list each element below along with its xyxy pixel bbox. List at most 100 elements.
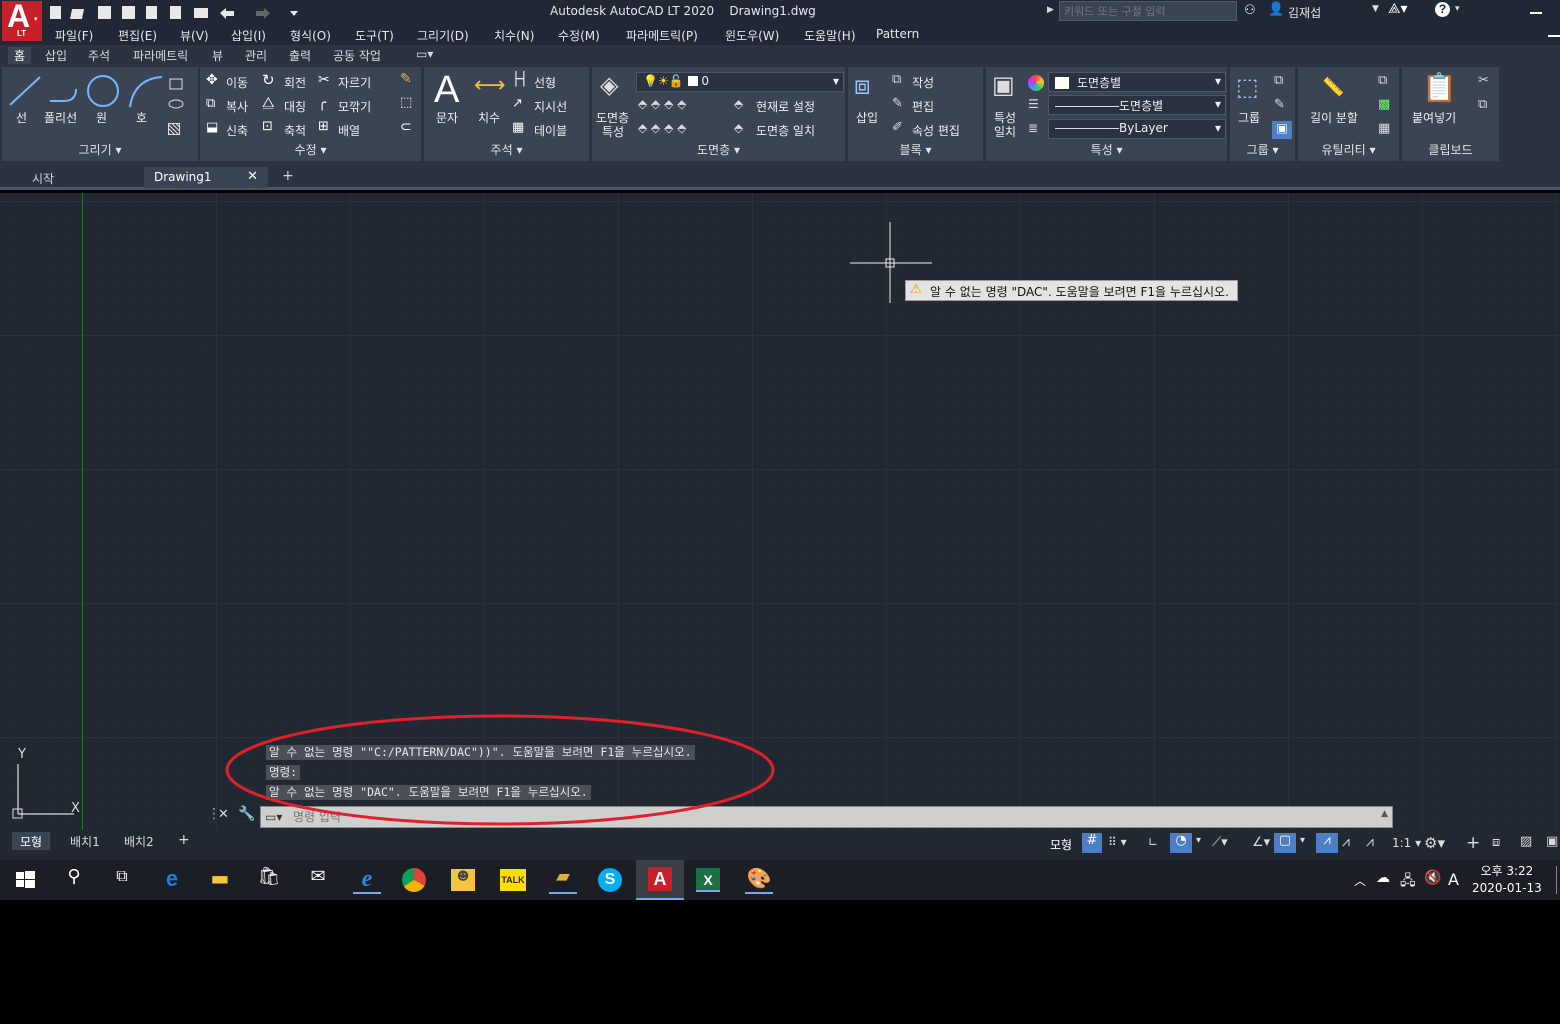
quick-select-icon[interactable]: ⧉ — [1378, 73, 1387, 88]
tool-paste[interactable]: 붙여넣기 — [1412, 109, 1456, 126]
folder-app-icon[interactable]: ▰ — [549, 866, 577, 894]
ungroup-icon[interactable]: ⧉ — [1274, 73, 1283, 88]
speaker-muted-icon[interactable]: 🔇 — [1424, 870, 1441, 886]
panel-title-layers[interactable]: 도면층 ▾ — [592, 141, 845, 158]
ribbon-options-icon[interactable]: ▭▾ — [416, 47, 433, 61]
search-icon[interactable]: ⚲ — [60, 866, 88, 894]
tool-match-properties-2[interactable]: 일치 — [994, 123, 1016, 140]
erase-icon[interactable]: ✎ — [400, 71, 412, 87]
tool-move[interactable]: 이동 — [226, 74, 248, 91]
skype-icon[interactable]: S — [598, 868, 622, 892]
minimize-icon[interactable] — [1530, 12, 1542, 14]
menu-insert[interactable]: 삽입(I) — [231, 27, 266, 44]
layout-tab-layout2[interactable]: 배치2 — [116, 832, 162, 850]
internet-explorer-icon[interactable]: e — [353, 866, 381, 894]
close-icon[interactable]: ✕ — [247, 169, 258, 184]
model-space-button[interactable]: 모형 — [1050, 836, 1072, 853]
explode-icon[interactable]: ⬚ — [400, 95, 412, 110]
scale-dropdown[interactable]: 1:1 ▾ — [1392, 836, 1421, 850]
tool-arc[interactable]: 호 — [136, 109, 147, 126]
chevron-down-icon[interactable]: ▾ — [1300, 835, 1305, 846]
file-explorer-icon[interactable]: ▬ — [206, 866, 234, 894]
tool-match-layer[interactable]: 도면층 일치 — [756, 122, 815, 139]
menu-tools[interactable]: 도구(T) — [355, 27, 394, 44]
cut-icon[interactable]: ✂ — [1478, 73, 1489, 88]
group-edit-icon[interactable]: ✎ — [1274, 97, 1285, 112]
group-select-icon[interactable]: ▣ — [1272, 121, 1292, 139]
new-tab-icon[interactable]: + — [272, 167, 304, 188]
gear-icon[interactable]: ⚙▾ — [1424, 834, 1445, 852]
menu-dimension[interactable]: 치수(N) — [494, 27, 534, 44]
ortho-icon[interactable]: ∟ — [1148, 835, 1158, 849]
menu-help[interactable]: 도움말(H) — [804, 27, 856, 44]
copy-clip-icon[interactable]: ⧉ — [1478, 97, 1487, 112]
tab-home[interactable]: 홈 — [8, 47, 32, 64]
tab-annotate[interactable]: 주석 — [88, 47, 110, 64]
layout-tab-layout1[interactable]: 배치1 — [62, 832, 108, 850]
tool-insert[interactable]: 삽입 — [856, 109, 878, 126]
ime-indicator[interactable]: A — [1448, 870, 1459, 889]
grid-icon[interactable]: # — [1082, 833, 1102, 853]
menu-file[interactable]: 파일(F) — [55, 27, 93, 44]
tab-output[interactable]: 출력 — [289, 47, 311, 64]
sticky-notes-icon[interactable]: ☻ — [451, 869, 475, 891]
tool-create[interactable]: 작성 — [912, 74, 934, 91]
panel-title-utilities[interactable]: 유틸리티 ▾ — [1298, 141, 1399, 158]
layer-tools-icon-2[interactable]: ⬘ ⬘ ⬘ ⬘ — [638, 121, 686, 135]
clock[interactable]: 오후 3:22 2020-01-13 — [1472, 863, 1542, 897]
polar-tracking-icon[interactable]: ◔ — [1170, 833, 1192, 853]
store-icon[interactable]: 🛍 — [255, 866, 283, 894]
isolate-objects-icon[interactable]: ⧈ — [1492, 835, 1500, 850]
tool-fillet[interactable]: 모깎기 — [338, 98, 371, 115]
binoculars-icon[interactable]: ⚇ — [1244, 3, 1256, 18]
object-snap-icon[interactable]: ∠▾ — [1252, 835, 1270, 850]
chevron-down-icon[interactable]: ▾ — [1455, 4, 1460, 14]
tool-line[interactable]: 선 — [16, 109, 27, 126]
tool-rotate[interactable]: 회전 — [284, 74, 306, 91]
paint-icon[interactable]: 🎨 — [745, 866, 773, 894]
tool-set-current[interactable]: 현재로 설정 — [756, 98, 815, 115]
tool-scale[interactable]: 축척 — [284, 122, 306, 139]
tool-circle[interactable]: 원 — [96, 109, 107, 126]
user-name[interactable]: 김재섭 — [1288, 4, 1321, 21]
layer-properties-label-2[interactable]: 특성 — [602, 123, 624, 140]
tool-dimension[interactable]: 치수 — [478, 109, 500, 126]
isodraft-icon[interactable]: ▢ — [1274, 833, 1296, 853]
tool-measure[interactable]: 길이 분할 — [1310, 109, 1358, 126]
color-dropdown[interactable]: 도면층별 ▾ — [1048, 72, 1226, 92]
tool-text[interactable]: 문자 — [436, 109, 458, 126]
chevron-up-icon[interactable]: ▲ — [1381, 809, 1388, 819]
menu-window[interactable]: 윈도우(W) — [725, 27, 779, 44]
cloud-icon[interactable]: ☁ — [1376, 870, 1390, 886]
hardware-acceleration-icon[interactable]: ▨ — [1520, 834, 1532, 849]
tab-view[interactable]: 뷰 — [212, 47, 223, 64]
select-all-icon[interactable]: ▩ — [1378, 97, 1390, 112]
panel-title-groups[interactable]: 그룹 ▾ — [1230, 141, 1295, 158]
panel-title-modify[interactable]: 수정 ▾ — [200, 141, 421, 158]
menu-format[interactable]: 형식(O) — [290, 27, 331, 44]
edge-icon[interactable]: e — [158, 866, 186, 894]
menu-modify[interactable]: 수정(M) — [558, 27, 600, 44]
kakaotalk-icon[interactable]: TALK — [500, 869, 526, 891]
layer-tools-icon[interactable]: ⬘ ⬘ ⬘ ⬘ — [638, 97, 686, 111]
layer-dropdown[interactable]: 💡☀🔓 0 ▾ — [636, 72, 844, 92]
windows-start-icon[interactable] — [12, 866, 40, 894]
tab-start[interactable]: 시작 — [22, 167, 142, 188]
panel-title-draw[interactable]: 그리기 ▾ — [2, 141, 198, 158]
tool-array[interactable]: 배열 — [338, 122, 360, 139]
tool-polyline[interactable]: 폴리선 — [44, 109, 77, 126]
tool-edit[interactable]: 편집 — [912, 98, 934, 115]
connect-icon[interactable]: ⟁▾ — [1388, 1, 1408, 17]
tool-edit-attribute[interactable]: 속성 편집 — [912, 122, 960, 139]
lineweight-dropdown[interactable]: ByLayer ▾ — [1048, 119, 1226, 139]
tool-leader[interactable]: 지시선 — [534, 98, 567, 115]
annotation-scale-icon[interactable]: ⩘ — [1366, 834, 1374, 850]
plus-icon[interactable]: + — [1466, 833, 1480, 853]
chevron-down-icon[interactable]: ▾ — [1196, 835, 1201, 846]
help-icon[interactable]: ? — [1435, 2, 1450, 17]
excel-icon[interactable]: X — [696, 868, 720, 892]
quick-access-toolbar[interactable] — [48, 4, 308, 22]
hatch-icon[interactable] — [168, 123, 180, 135]
add-layout-icon[interactable]: + — [170, 832, 198, 850]
layout-tab-model[interactable]: 모형 — [12, 832, 51, 850]
